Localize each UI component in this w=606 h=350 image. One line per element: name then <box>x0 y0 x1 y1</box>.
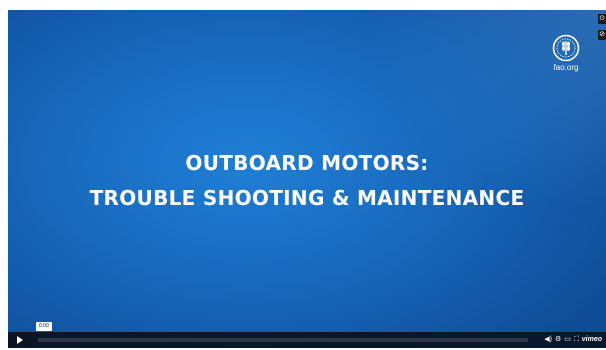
player-controls: 0:00 ◀) ⚙ ▭ ⛶ vimeo <box>8 322 606 348</box>
player-right-controls: ◀) ⚙ ▭ ⛶ vimeo <box>544 332 602 348</box>
progress-bar[interactable] <box>38 338 528 342</box>
logo-text: fao.org <box>553 63 579 72</box>
video-title-line1: OUTBOARD MOTORS: <box>185 151 429 175</box>
settings-icon[interactable]: ⚙ <box>555 332 561 348</box>
page-frame: OUTBOARD MOTORS: TROUBLE SHOOTING & MAIN… <box>0 0 606 350</box>
vimeo-logo[interactable]: vimeo <box>582 332 602 348</box>
video-player[interactable]: OUTBOARD MOTORS: TROUBLE SHOOTING & MAIN… <box>8 10 606 348</box>
pip-icon[interactable]: ▭ <box>564 332 571 348</box>
fullscreen-icon[interactable]: ⛶ <box>574 332 579 348</box>
fao-emblem-icon <box>552 34 580 62</box>
time-tooltip: 0:00 <box>36 322 52 331</box>
play-button[interactable] <box>8 332 32 348</box>
volume-icon[interactable]: ◀) <box>544 332 552 348</box>
play-icon <box>17 336 23 344</box>
fao-logo: fao.org <box>544 34 588 72</box>
share-button[interactable]: ⊘ <box>598 30 606 40</box>
watch-later-button[interactable]: ⊙ <box>598 14 606 24</box>
video-title-line2: TROUBLE SHOOTING & MAINTENANCE <box>89 186 525 210</box>
